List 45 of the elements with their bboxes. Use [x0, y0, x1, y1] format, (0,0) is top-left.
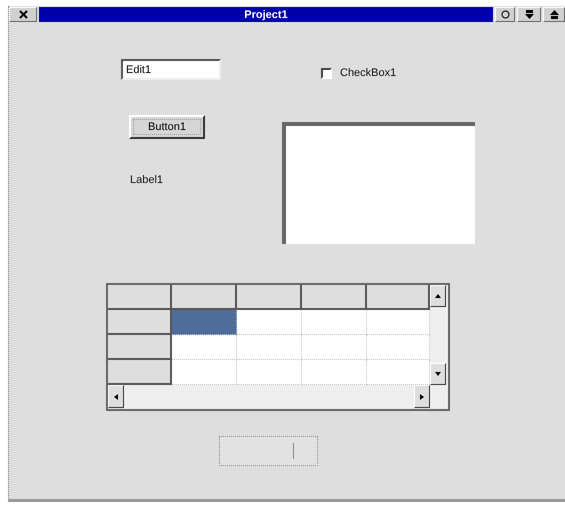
scroll-left-button[interactable]	[108, 385, 124, 408]
grid-cell[interactable]	[367, 360, 430, 385]
grid-cell[interactable]	[302, 310, 367, 335]
row-header-cell	[108, 360, 172, 385]
scroll-down-button[interactable]	[430, 363, 446, 385]
header-cell	[302, 285, 367, 310]
row-header-cell	[108, 335, 172, 360]
edit-field[interactable]: Edit1	[121, 59, 221, 80]
up-arrow-icon	[550, 10, 558, 19]
down-arrow-icon	[434, 370, 442, 378]
spin-field[interactable]	[219, 436, 318, 466]
checkbox[interactable]: CheckBox1	[321, 67, 396, 79]
grid-cell[interactable]	[172, 360, 237, 385]
memo-field[interactable]	[282, 122, 475, 244]
grid-cell[interactable]	[302, 360, 367, 385]
scroll-right-button[interactable]	[414, 385, 430, 408]
header-cell	[367, 285, 430, 310]
scroll-up-button[interactable]	[430, 285, 446, 307]
header-cell	[172, 285, 237, 310]
grid-cell[interactable]	[237, 335, 302, 360]
grid-cell[interactable]	[237, 360, 302, 385]
grid-cell[interactable]	[367, 310, 430, 335]
left-arrow-icon	[112, 392, 120, 400]
grid-cell[interactable]	[367, 335, 430, 360]
grid-cell[interactable]	[302, 335, 367, 360]
button[interactable]: Button1	[129, 115, 205, 139]
circle-icon	[500, 10, 510, 19]
horizontal-scrollbar[interactable]	[108, 385, 430, 408]
window-title: Project1	[39, 7, 493, 22]
label-text: Label1	[130, 174, 164, 186]
minimize-button[interactable]	[517, 7, 541, 22]
close-icon	[18, 10, 28, 19]
close-button[interactable]	[9, 7, 37, 22]
header-cell	[237, 285, 302, 310]
grid-cell[interactable]	[172, 335, 237, 360]
up-arrow-icon	[434, 292, 442, 300]
header-cell	[108, 285, 172, 310]
right-arrow-icon	[418, 392, 426, 400]
row-header-cell	[108, 310, 172, 335]
circle-button[interactable]	[495, 7, 515, 22]
down-arrow-icon	[524, 10, 534, 19]
grid-cell[interactable]	[172, 310, 237, 335]
maximize-button[interactable]	[543, 7, 565, 22]
grid-cell[interactable]	[237, 310, 302, 335]
vertical-scrollbar[interactable]	[430, 285, 448, 385]
